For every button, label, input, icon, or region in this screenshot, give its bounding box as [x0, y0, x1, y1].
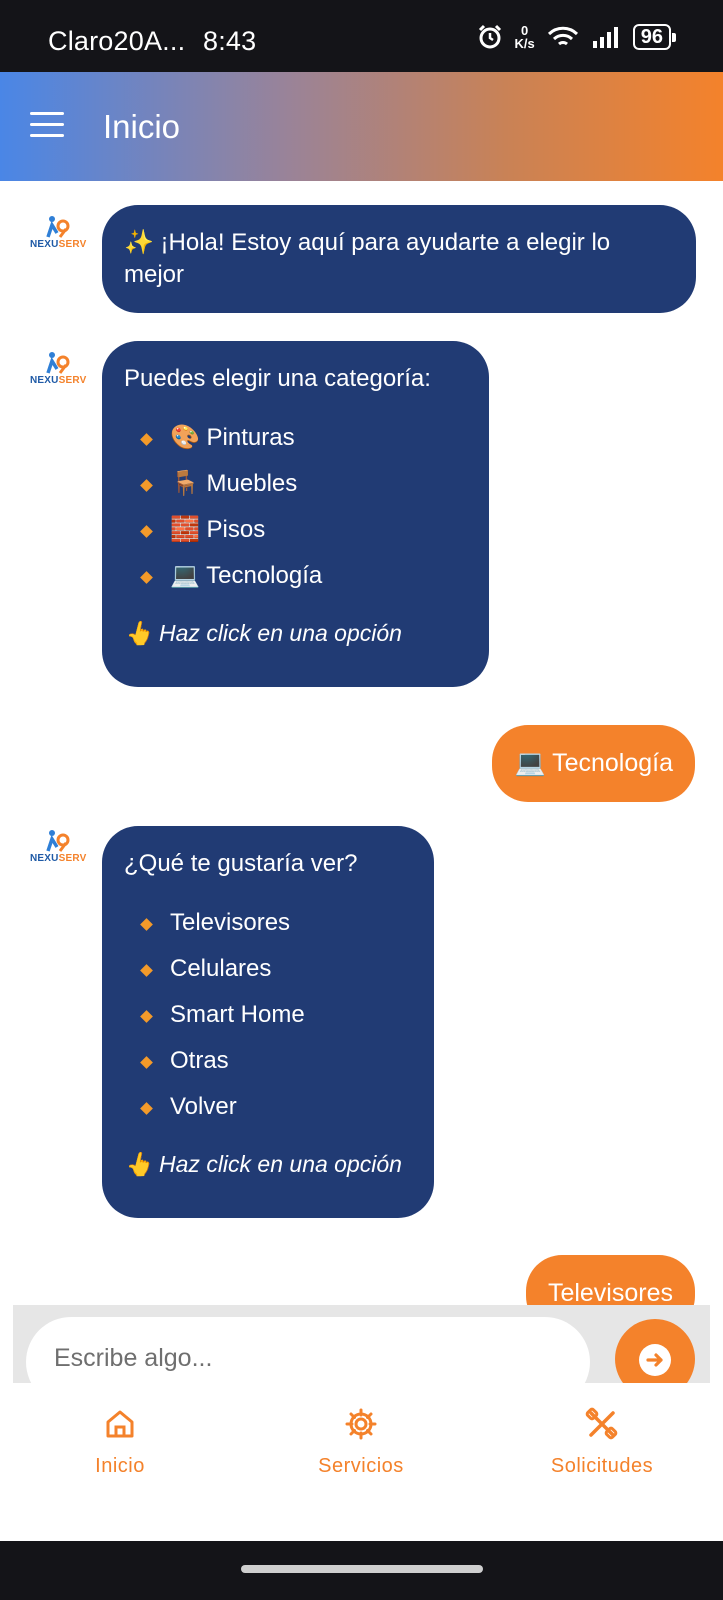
logo-text: NEXUSERV — [30, 853, 87, 864]
net-speed-unit: K/s — [514, 36, 535, 51]
page-title: Inicio — [103, 108, 181, 145]
bottom-navigation: Inicio Servicios Solicitudes — [0, 1383, 723, 1541]
nav-label: Inicio — [95, 1455, 145, 1477]
battery-indicator: 96 — [632, 24, 677, 50]
option-pisos[interactable]: 🧱 Pisos — [140, 507, 467, 553]
carrier-name: Claro20A... — [48, 26, 186, 56]
bot-message: ✨ ¡Hola! Estoy aquí para ayudarte a eleg… — [102, 205, 696, 313]
home-gesture-handle[interactable] — [241, 1565, 483, 1573]
nav-inicio[interactable]: Inicio — [40, 1407, 200, 1478]
click-hint: 👆 Haz click en una opción — [124, 1151, 402, 1177]
bullet-icon — [140, 918, 153, 931]
clock: 8:43 — [202, 26, 257, 56]
option-televisores[interactable]: Televisores — [140, 900, 412, 946]
bullet-icon — [140, 571, 153, 584]
arrow-right-icon — [639, 1344, 671, 1376]
bot-avatar: NEXUSERV — [27, 213, 87, 257]
message-input-bar: Escribe algo... — [13, 1305, 710, 1383]
tools-icon — [585, 1407, 618, 1440]
option-list: 🎨 Pinturas 🪑 Muebles 🧱 Pisos 💻 Tecnologí… — [124, 415, 467, 599]
nav-servicios[interactable]: Servicios — [281, 1407, 441, 1478]
bot-avatar: NEXUSERV — [27, 827, 87, 871]
bot-avatar: NEXUSERV — [27, 349, 87, 393]
app-bar: Inicio — [0, 72, 723, 181]
signal-icon — [591, 25, 621, 49]
message-input[interactable]: Escribe algo... — [26, 1317, 590, 1383]
home-icon — [106, 1410, 134, 1438]
option-pinturas[interactable]: 🎨 Pinturas — [140, 415, 467, 461]
option-smart-home[interactable]: Smart Home — [140, 992, 412, 1038]
option-celulares[interactable]: Celulares — [140, 946, 412, 992]
user-message: 💻 Tecnología — [492, 725, 695, 802]
gear-icon — [345, 1408, 377, 1440]
option-list: Televisores Celulares Smart Home Otras V… — [124, 900, 412, 1130]
logo-text: NEXUSERV — [30, 239, 87, 250]
status-left: Claro20A... 8:43 — [48, 26, 256, 57]
option-volver[interactable]: Volver — [140, 1084, 412, 1130]
status-bar: Claro20A... 8:43 0 K/s 96 — [0, 0, 723, 72]
system-navigation-bar — [0, 1541, 723, 1600]
status-right: 0 K/s 96 — [477, 24, 677, 50]
bot-message-options: ¿Qué te gustaría ver? Televisores Celula… — [102, 826, 434, 1218]
option-otras[interactable]: Otras — [140, 1038, 412, 1084]
bullet-icon — [140, 1056, 153, 1069]
send-button[interactable] — [615, 1319, 695, 1383]
nav-label: Solicitudes — [550, 1455, 654, 1477]
option-muebles[interactable]: 🪑 Muebles — [140, 461, 467, 507]
nav-solicitudes[interactable]: Solicitudes — [522, 1407, 682, 1478]
chat-area[interactable]: NEXUSERV ✨ ¡Hola! Estoy aquí para ayudar… — [0, 181, 723, 1325]
bullet-icon — [140, 964, 153, 977]
wifi-icon — [547, 25, 579, 49]
bullet-icon — [140, 525, 153, 538]
bullet-icon — [140, 1010, 153, 1023]
option-tecnologia[interactable]: 💻 Tecnología — [140, 553, 467, 599]
menu-icon[interactable] — [30, 112, 64, 140]
bot-message-options: Puedes elegir una categoría: 🎨 Pinturas … — [102, 341, 489, 687]
net-speed: 0 K/s — [515, 24, 535, 50]
click-hint: 👆 Haz click en una opción — [124, 620, 402, 646]
message-text: 💻 Tecnología — [514, 749, 673, 777]
message-text: ✨ ¡Hola! Estoy aquí para ayudarte a eleg… — [124, 229, 611, 288]
message-title: ¿Qué te gustaría ver? — [124, 850, 358, 877]
logo-text: NEXUSERV — [30, 375, 87, 386]
bullet-icon — [140, 1102, 153, 1115]
bullet-icon — [140, 479, 153, 492]
message-text: Televisores — [547, 1279, 673, 1307]
alarm-icon — [477, 24, 503, 50]
nav-label: Servicios — [318, 1455, 404, 1477]
bullet-icon — [140, 433, 153, 446]
message-title: Puedes elegir una categoría: — [124, 365, 431, 392]
